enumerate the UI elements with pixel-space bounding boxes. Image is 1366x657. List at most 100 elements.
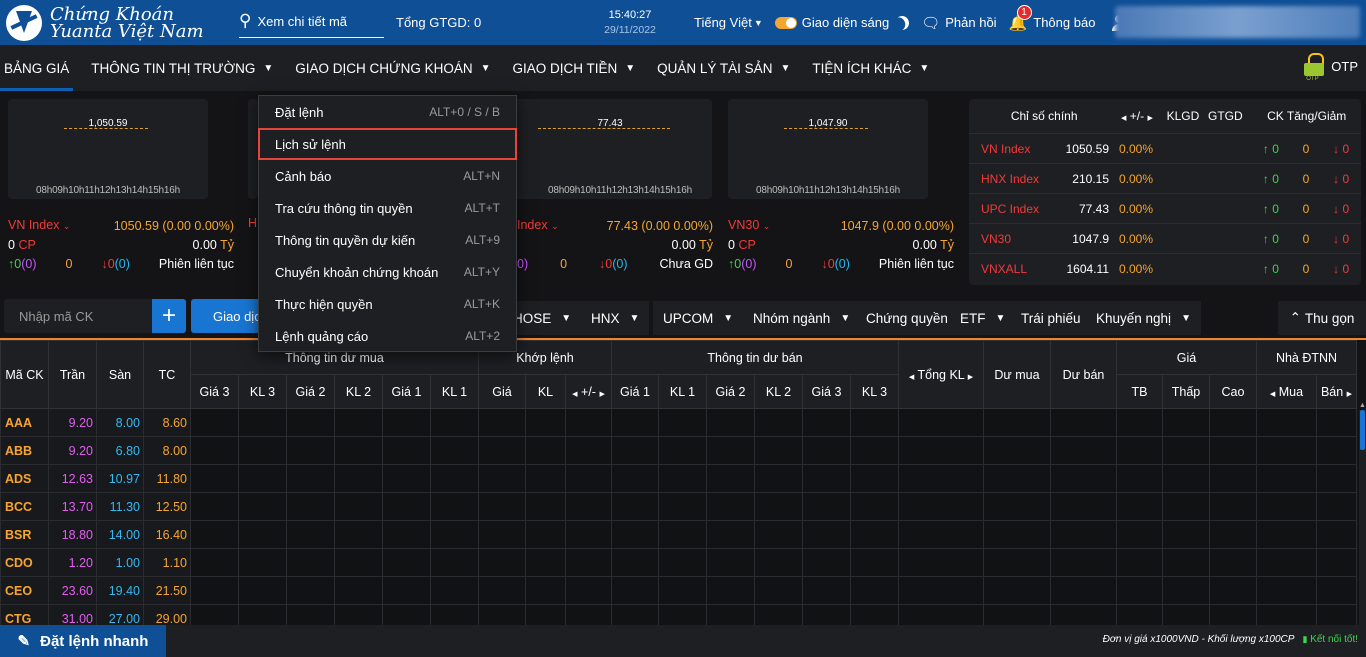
col-ma-ck[interactable]: Mã CK <box>0 340 49 409</box>
tab-hnx[interactable]: HNX ▼ <box>581 301 650 335</box>
mini-chart-upcom[interactable]: 77.43 08h09h10h11h12h13h14h15h16h <box>508 99 712 199</box>
mini-chart-vnindex[interactable]: 1,050.59 08h09h10h11h12h13h14h15h16h <box>8 99 208 199</box>
table-row[interactable]: BCC 13.70 11.30 12.50 <box>0 492 1357 521</box>
index-row[interactable]: VN Index 1050.59 0.00% ↑ 0 0 ↓ 0 <box>969 133 1361 163</box>
col-tran[interactable]: Trần <box>48 340 97 409</box>
menu-giao-dich-chung-khoan[interactable]: GIAO DỊCH CHỨNG KHOÁN ▼ <box>291 45 494 91</box>
brand-logo[interactable]: Chứng Khoán Yuanta Việt Nam <box>0 4 235 41</box>
menu-quan-ly-tai-san[interactable]: QUẢN LÝ TÀI SẢN ▼ <box>653 45 794 91</box>
col-sub-header[interactable]: KL 2 <box>754 374 803 409</box>
index-row-pct: 0.00% <box>1119 171 1154 186</box>
quick-order-button[interactable]: ✎ Đặt lệnh nhanh <box>0 625 166 657</box>
index-name[interactable]: Index ⌄ <box>517 216 559 236</box>
menu-bang-gia[interactable]: BẢNG GIÁ <box>0 45 74 91</box>
col-change[interactable]: ◀ +/- ▶ <box>1107 109 1166 123</box>
empty-cell <box>1256 548 1317 577</box>
connection-status: ▮ Kết nối tốt! <box>1302 634 1358 645</box>
index-row[interactable]: HNX Index 210.15 0.00% ↑ 0 0 ↓ 0 <box>969 163 1361 193</box>
stock-code[interactable]: AAA <box>0 408 49 437</box>
col-sub-header[interactable]: Bán ▶ <box>1316 374 1357 409</box>
col-sub-header[interactable]: Giá 1 <box>611 374 659 409</box>
col-sub-header[interactable]: Giá 2 <box>286 374 335 409</box>
search-input[interactable] <box>257 13 378 29</box>
notifications-button[interactable]: 🔔 1 Thông báo <box>1009 4 1095 32</box>
col-sub-header[interactable]: KL 1 <box>430 374 479 409</box>
index-row[interactable]: VN30 1047.9 0.00% ↑ 0 0 ↓ 0 <box>969 223 1361 253</box>
col-sub-header[interactable]: KL 3 <box>850 374 899 409</box>
col-sub-header[interactable]: KL 3 <box>238 374 287 409</box>
feedback-button[interactable]: 🗨 Phản hồi <box>921 14 996 32</box>
stock-code-input[interactable] <box>4 299 152 333</box>
col-sub-header[interactable]: KL <box>525 374 566 409</box>
otp-button[interactable]: OTP OTP <box>1303 52 1358 82</box>
col-du-ban[interactable]: Dư bán <box>1050 340 1117 409</box>
dropdown-item[interactable]: Lịch sử lệnh <box>258 128 517 160</box>
col-sub-header[interactable]: TB <box>1116 374 1163 409</box>
col-sub-header[interactable]: KL 2 <box>334 374 383 409</box>
col-sub-header[interactable]: Giá 3 <box>802 374 851 409</box>
language-select[interactable]: Tiếng Việt ▼ <box>694 15 763 30</box>
col-sub-header[interactable]: ◀ +/- ▶ <box>565 374 612 409</box>
stock-code[interactable]: ADS <box>0 464 49 493</box>
scrollbar-thumb[interactable] <box>1360 410 1365 450</box>
col-tc[interactable]: TC <box>143 340 191 409</box>
col-sub-header[interactable]: Giá <box>478 374 526 409</box>
col-sub-header[interactable]: ◀ Mua <box>1256 374 1317 409</box>
collapse-button[interactable]: ⌃ Thu gọn <box>1278 301 1366 335</box>
mini-chart-vn30[interactable]: 1,047.90 08h09h10h11h12h13h14h15h16h <box>728 99 928 199</box>
floor-price: 6.80 <box>96 436 144 465</box>
table-scrollbar[interactable]: ▲ <box>1359 402 1366 625</box>
dropdown-item[interactable]: Lệnh quảng cáo ALT+2 <box>259 320 516 352</box>
dropdown-item[interactable]: Cảnh báo ALT+N <box>259 160 516 192</box>
tab-nhom-nganh[interactable]: Nhóm ngành ▼ <box>743 301 861 335</box>
tab-chung-quyen[interactable]: Chứng quyền <box>856 301 958 335</box>
dropdown-item[interactable]: Thực hiện quyền ALT+K <box>259 288 516 320</box>
col-tong-kl[interactable]: ◀ Tổng KL ▶ <box>898 340 984 409</box>
col-sub-header[interactable]: KL 1 <box>658 374 707 409</box>
menu-tien-ich-khac[interactable]: TIỆN ÍCH KHÁC ▼ <box>808 45 933 91</box>
ref-price: 8.60 <box>143 408 191 437</box>
table-row[interactable]: CEO 23.60 19.40 21.50 <box>0 576 1357 605</box>
tab-khuyen-nghi[interactable]: Khuyến nghị ▼ <box>1086 301 1201 335</box>
tab-upcom[interactable]: UPCOM ▼ <box>653 301 744 335</box>
col-sub-header[interactable]: Cao <box>1209 374 1257 409</box>
down-count: 0 <box>1342 231 1350 246</box>
table-row[interactable]: ABB 9.20 6.80 8.00 <box>0 436 1357 465</box>
index-name[interactable]: VN Index ⌄ <box>8 216 70 236</box>
col-sub-header[interactable]: Giá 3 <box>190 374 239 409</box>
stock-code[interactable]: CEO <box>0 576 49 605</box>
empty-cell <box>565 436 612 465</box>
stock-search[interactable]: ⚲ <box>239 8 384 38</box>
table-row[interactable]: BSR 18.80 14.00 16.40 <box>0 520 1357 549</box>
col-sub-header[interactable]: Thấp <box>1162 374 1210 409</box>
theme-toggle[interactable]: Giao diện sáng <box>774 15 909 30</box>
index-name[interactable]: VN30 ⌄ <box>728 216 770 236</box>
index-row[interactable]: VNXALL 1604.11 0.00% ↑ 0 0 ↓ 0 <box>969 253 1361 283</box>
table-row[interactable]: CDO 1.20 1.00 1.10 <box>0 548 1357 577</box>
dropdown-item[interactable]: Tra cứu thông tin quyền ALT+T <box>259 192 516 224</box>
stock-code[interactable]: ABB <box>0 436 49 465</box>
dropdown-item[interactable]: Chuyển khoản chứng khoán ALT+Y <box>259 256 516 288</box>
dropdown-item[interactable]: Thông tin quyền dự kiến ALT+9 <box>259 224 516 256</box>
add-stock-button[interactable]: + <box>152 299 186 333</box>
stock-code[interactable]: BCC <box>0 492 49 521</box>
empty-cell <box>525 520 566 549</box>
table-row[interactable]: AAA 9.20 8.00 8.60 <box>0 408 1357 437</box>
col-sub-header[interactable]: Giá 2 <box>706 374 755 409</box>
empty-cell <box>382 492 431 521</box>
table-row[interactable]: ADS 12.63 10.97 11.80 <box>0 464 1357 493</box>
tab-etf[interactable]: ETF ▼ <box>950 301 1016 335</box>
tab-trai-phieu[interactable]: Trái phiếu <box>1011 301 1091 335</box>
shortcut-key: ALT+Y <box>463 265 500 279</box>
menu-giao-dich-tien[interactable]: GIAO DỊCH TIỀN ▼ <box>508 45 639 91</box>
index-row[interactable]: UPC Index 77.43 0.00% ↑ 0 0 ↓ 0 <box>969 193 1361 223</box>
dropdown-item[interactable]: Đặt lệnh ALT+0 / S / B <box>259 96 516 128</box>
stock-code[interactable]: CDO <box>0 548 49 577</box>
col-san[interactable]: Sàn <box>96 340 144 409</box>
col-sub-header[interactable]: Giá 1 <box>382 374 431 409</box>
menu-thong-tin-thi-truong[interactable]: THÔNG TIN THỊ TRƯỜNG ▼ <box>87 45 277 91</box>
col-du-mua[interactable]: Dư mua <box>983 340 1051 409</box>
empty-cell <box>382 520 431 549</box>
stock-code[interactable]: BSR <box>0 520 49 549</box>
mini-chart-hnx[interactable] <box>248 99 258 199</box>
